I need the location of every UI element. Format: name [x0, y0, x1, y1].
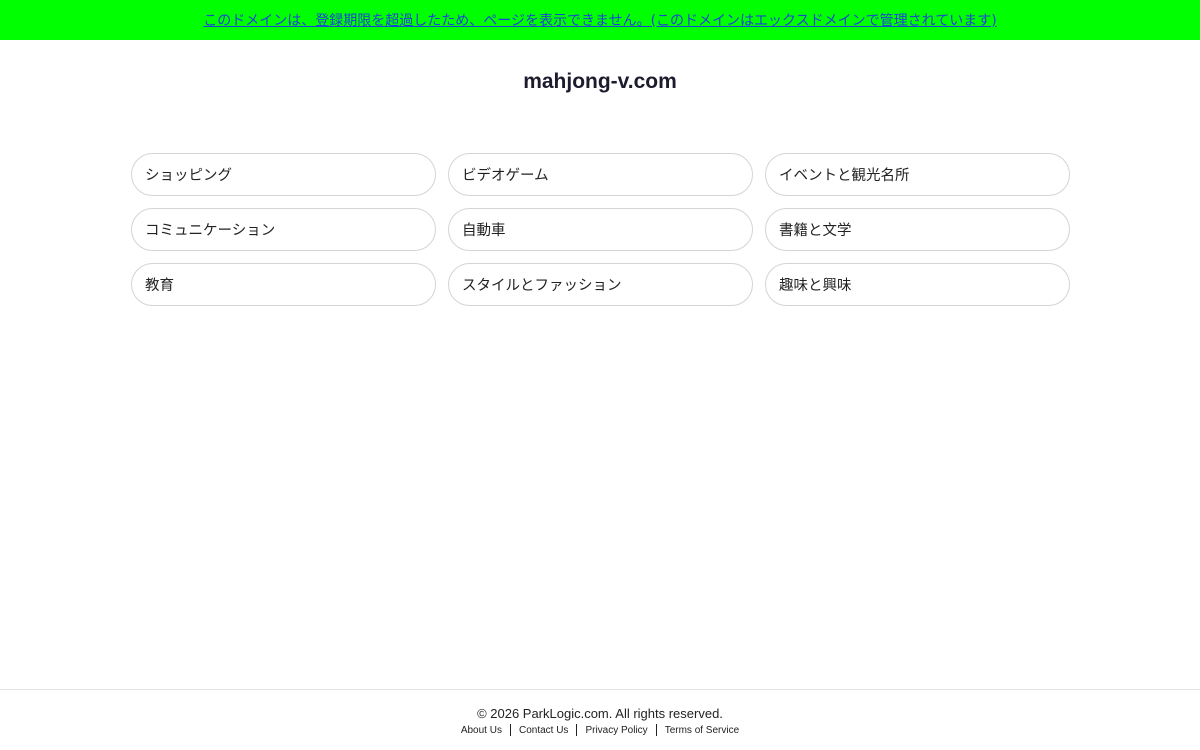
contact-us-link[interactable]: Contact Us [511, 725, 576, 736]
related-link-video-games[interactable]: ビデオゲーム [448, 153, 753, 196]
expired-domain-notice-link[interactable]: このドメインは、登録期限を超過したため、ページを表示できません。(このドメインは… [203, 10, 996, 30]
copyright-text: © 2026 ParkLogic.com. All rights reserve… [477, 706, 723, 721]
expired-domain-notice-bar: このドメインは、登録期限を超過したため、ページを表示できません。(このドメインは… [0, 0, 1200, 40]
related-link-style-fashion[interactable]: スタイルとファッション [448, 263, 753, 306]
terms-of-service-link[interactable]: Terms of Service [657, 725, 747, 736]
footer-links: About Us Contact Us Privacy Policy Terms… [0, 724, 1200, 736]
related-link-education[interactable]: 教育 [131, 263, 436, 306]
related-link-books-literature[interactable]: 書籍と文学 [765, 208, 1070, 251]
footer: © 2026 ParkLogic.com. All rights reserve… [0, 689, 1200, 750]
related-link-automobiles[interactable]: 自動車 [448, 208, 753, 251]
related-links-grid: ショッピング ビデオゲーム イベントと観光名所 コミュニケーション 自動車 書籍… [131, 153, 1070, 306]
privacy-policy-link[interactable]: Privacy Policy [577, 725, 655, 736]
site-title: mahjong-v.com [523, 70, 677, 93]
about-us-link[interactable]: About Us [453, 725, 510, 736]
page: このドメインは、登録期限を超過したため、ページを表示できません。(このドメインは… [0, 0, 1200, 750]
related-link-hobbies-interests[interactable]: 趣味と興味 [765, 263, 1070, 306]
related-link-shopping[interactable]: ショッピング [131, 153, 436, 196]
related-link-events-attractions[interactable]: イベントと観光名所 [765, 153, 1070, 196]
related-link-communication[interactable]: コミュニケーション [131, 208, 436, 251]
